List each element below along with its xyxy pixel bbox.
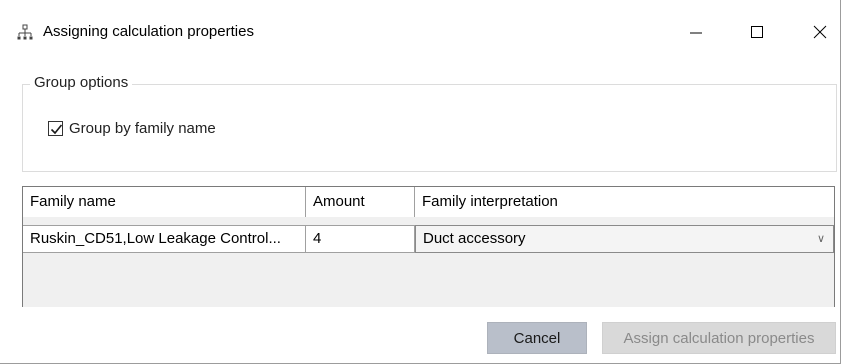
cell-amount[interactable]: 4 <box>306 226 415 252</box>
checkbox-box[interactable] <box>48 121 63 136</box>
family-interpretation-combobox[interactable]: Duct accessory ∨ <box>415 225 834 253</box>
combobox-value: Duct accessory <box>423 230 526 247</box>
window-title: Assigning calculation properties <box>43 23 254 40</box>
column-header-family-interpretation[interactable]: Family interpretation <box>415 187 834 217</box>
cell-family-name[interactable]: Ruskin_CD51,Low Leakage Control... <box>23 226 306 252</box>
family-grid: Family name Amount Family interpretation… <box>22 186 835 307</box>
table-row[interactable]: Ruskin_CD51,Low Leakage Control... 4 Duc… <box>23 225 834 253</box>
title-bar[interactable]: Assigning calculation properties <box>0 0 840 64</box>
cancel-button[interactable]: Cancel <box>487 322 587 354</box>
hierarchy-icon <box>17 24 33 40</box>
minimize-icon <box>690 32 702 34</box>
checkmark-icon <box>50 124 63 135</box>
maximize-button[interactable] <box>734 14 780 50</box>
close-button[interactable] <box>797 14 841 50</box>
grid-header: Family name Amount Family interpretation <box>23 187 834 218</box>
minimize-button[interactable] <box>673 14 719 50</box>
maximize-icon <box>751 26 763 38</box>
group-by-family-checkbox[interactable]: Group by family name <box>48 120 216 137</box>
column-header-amount[interactable]: Amount <box>306 187 415 217</box>
group-options-legend: Group options <box>30 74 133 91</box>
grid-row-gap <box>23 217 834 225</box>
column-header-family-name[interactable]: Family name <box>23 187 306 217</box>
close-icon <box>813 25 827 39</box>
assign-calculation-properties-button[interactable]: Assign calculation properties <box>602 322 836 354</box>
group-by-family-label[interactable]: Group by family name <box>69 120 216 137</box>
dialog-window: Assigning calculation properties Group o… <box>0 0 841 364</box>
chevron-down-icon[interactable]: ∨ <box>817 226 825 252</box>
